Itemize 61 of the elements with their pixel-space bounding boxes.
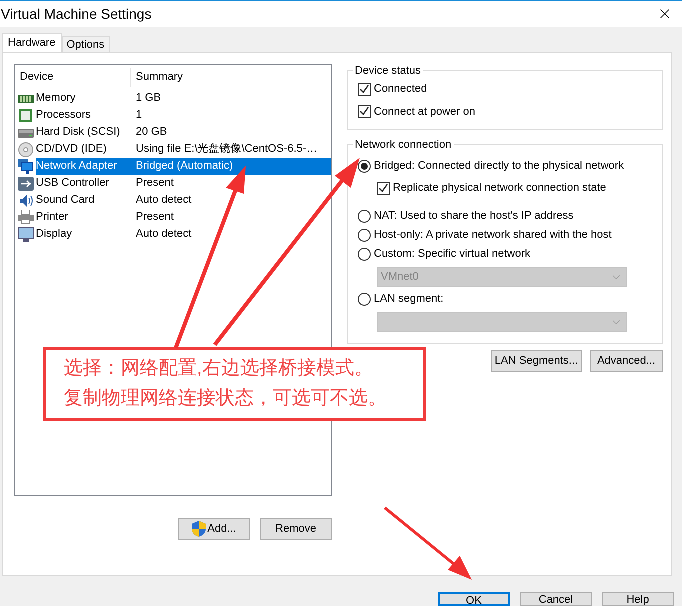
device-row[interactable]: Network Adapter Bridged (Automatic) [36,158,331,175]
device-summary: 1 GB [136,91,162,106]
device-row[interactable]: Hard Disk (SCSI) 20 GB [36,124,331,141]
device-summary: Present [136,210,174,226]
checkbox-label: Connect at power on [374,104,476,120]
processor-icon [18,108,34,122]
annotation-text: 复制物理网络连接状态，可选可不选。 [64,387,388,411]
remove-button[interactable]: Remove [260,518,332,540]
device-name: Network Adapter [36,159,118,174]
device-name: Printer [36,210,70,226]
device-summary: Present [136,176,174,192]
device-name: Processors [36,108,92,124]
dialog-button[interactable]: Cancel [520,592,592,606]
device-row[interactable]: Processors 1 [36,107,331,124]
checkbox-label: Connected [374,82,428,97]
device-name: Memory [36,91,77,106]
device-summary: Bridged (Automatic) [136,159,234,174]
device-row[interactable]: Printer Present [36,209,331,226]
speaker-icon [18,192,34,208]
annotation-text: 选择：网络配置,右边选择桥接模式。 [64,357,374,381]
printer-icon [18,210,34,225]
memory-chip-icon [18,92,34,104]
device-name: Sound Card [36,193,96,208]
radio-label: NAT: Used to share the host's IP address [374,209,574,224]
lan-segments-button[interactable]: LAN Segments... [491,350,582,372]
radio-label: Host-only: A private network shared with the host [374,228,612,244]
dialog-button[interactable]: Help [602,592,674,606]
device-name: Display [36,227,74,242]
add-button[interactable]: Add... [178,518,250,540]
device-summary: Using file E:\光盘镜像\CentOS-6.5-… [136,142,318,158]
tab[interactable]: Hardware [2,33,62,52]
device-summary: 1 [136,108,142,124]
device-summary: Auto detect [136,227,192,242]
column-header[interactable]: Device [15,68,131,87]
device-row[interactable]: USB Controller Present [36,175,331,192]
radio-label: Bridged: Connected directly to the physical network [374,159,624,174]
device-row[interactable]: Sound Card Auto detect [36,192,331,209]
checkbox[interactable] [377,182,390,195]
device-row[interactable]: Display Auto detect [36,226,331,243]
checkbox[interactable] [358,105,371,118]
window-title: Virtual Machine Settings [1,4,152,24]
column-header[interactable]: Summary [131,68,331,87]
dialog-button[interactable]: OK [438,592,510,606]
radio-label: LAN segment: [374,292,444,308]
advanced-button[interactable]: Advanced... [590,350,663,372]
device-summary: 20 GB [136,125,168,140]
device-name: CD/DVD (IDE) [36,142,108,158]
device-row[interactable]: CD/DVD (IDE) Using file E:\光盘镜像\CentOS-6.5-… [36,141,331,158]
device-summary: Auto detect [136,193,192,208]
shield-icon [192,521,206,537]
checkbox[interactable] [358,82,371,96]
usb-icon [18,176,34,190]
tab[interactable]: Options [62,36,110,52]
device-name: Hard Disk (SCSI) [36,125,122,140]
disc-icon [18,142,34,158]
checkbox-label: Replicate physical network connection state [393,181,606,196]
monitor-network-icon [18,158,34,174]
monitor-icon [18,226,34,242]
device-row[interactable]: Memory 1 GB [36,90,331,107]
radio-label: Custom: Specific virtual network [374,247,530,262]
device-name: USB Controller [36,176,110,192]
